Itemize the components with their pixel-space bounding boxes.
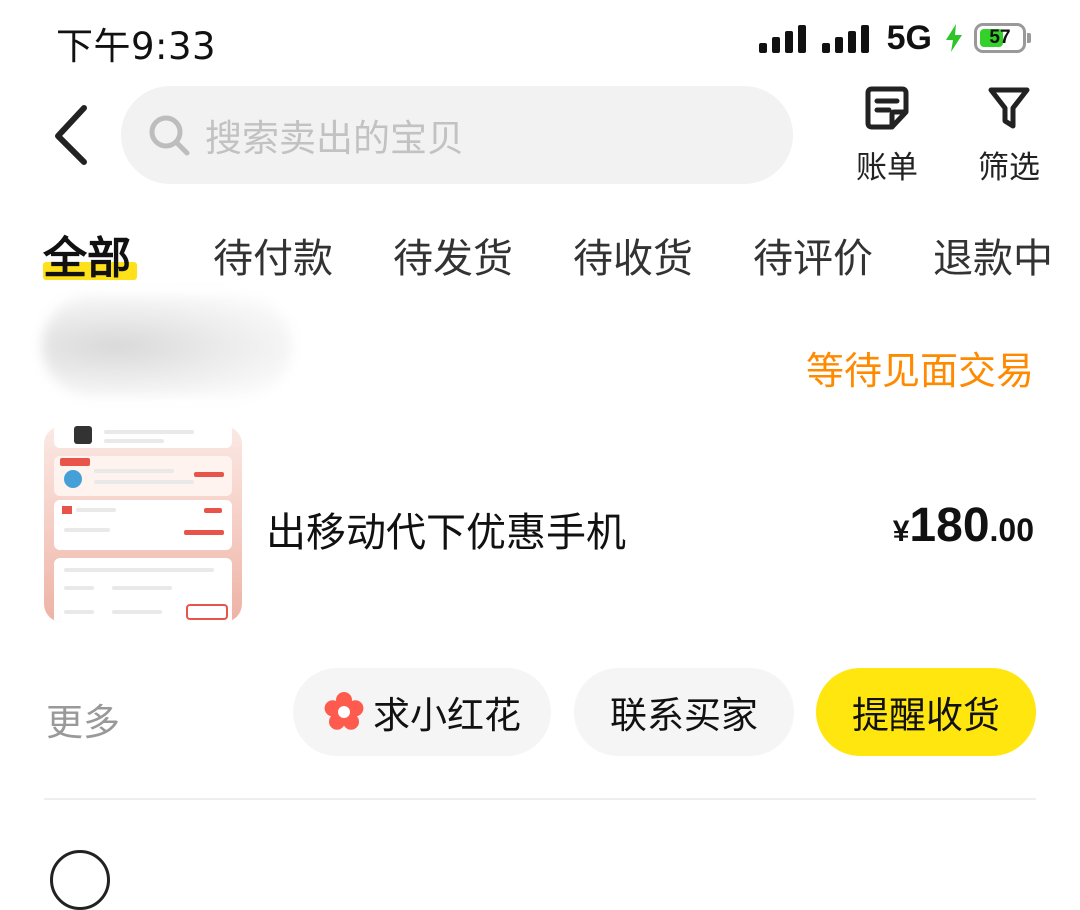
price-integer: 180 [909,499,990,552]
tab-pending-receipt[interactable]: 待收货 [573,226,693,284]
search-placeholder: 搜索卖出的宝贝 [205,117,464,160]
tab-all[interactable]: 全部 [43,222,131,286]
more-button[interactable]: 更多 [46,692,120,746]
flower-icon [324,692,364,730]
buyer-avatar-blurred[interactable] [42,296,292,396]
card-divider [44,798,1036,800]
product-title[interactable]: 出移动代下优惠手机 [266,500,626,558]
battery-level: 57 [989,27,1011,48]
next-order-avatar[interactable] [50,850,110,910]
contact-buyer-label: 联系买家 [610,694,758,737]
request-flower-label: 求小红花 [373,694,521,737]
filter-icon [988,87,1030,129]
bill-icon [865,86,909,130]
network-label: 5G [886,18,932,57]
remind-receipt-button[interactable]: 提醒收货 [816,668,1036,756]
product-thumbnail[interactable] [44,426,242,622]
bill-label: 账单 [856,150,918,186]
search-icon [149,115,190,156]
tab-refunding[interactable]: 退款中 [933,226,1053,284]
request-flower-button[interactable]: 求小红花 [293,668,551,756]
order-status: 等待见面交易 [805,349,1034,393]
signal-icon [758,23,806,53]
bill-button[interactable]: 账单 [842,84,932,187]
chevron-left-icon [55,105,87,165]
filter-button[interactable]: 筛选 [964,84,1054,187]
status-time: 下午9:33 [56,25,217,68]
search-bar[interactable]: 搜索卖出的宝贝 [121,86,793,184]
charging-icon [946,24,962,52]
order-tabs: 全部 待付款 待发货 待收货 待评价 退款中 [0,226,1080,286]
signal-icon-2 [821,23,869,53]
product-price: ¥180.00 [893,498,1034,553]
tab-pending-shipment[interactable]: 待发货 [393,226,513,284]
filter-label: 筛选 [978,150,1040,186]
tab-pending-review[interactable]: 待评价 [753,226,873,284]
price-decimal: .00 [989,512,1034,548]
contact-buyer-button[interactable]: 联系买家 [574,668,794,756]
back-button[interactable] [48,100,98,170]
remind-receipt-label: 提醒收货 [852,694,1000,737]
status-indicators: 5G 57 [758,18,1031,58]
battery-icon: 57 [974,23,1031,53]
tab-pending-payment[interactable]: 待付款 [213,226,333,284]
price-currency: ¥ [892,515,910,548]
